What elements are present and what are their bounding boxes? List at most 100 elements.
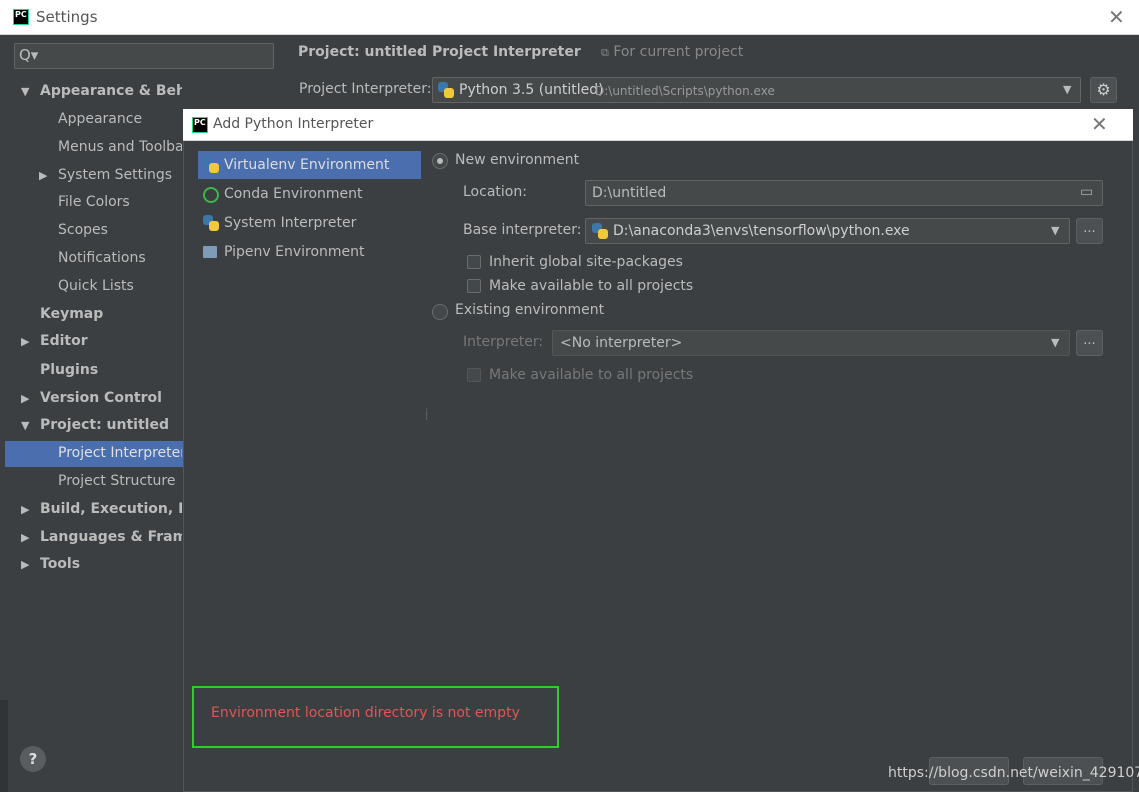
- error-message: Environment location directory is not em…: [211, 705, 520, 721]
- virtualenv-icon: [203, 157, 219, 173]
- breadcrumb-project[interactable]: Project: untitled: [298, 44, 427, 60]
- collapse-arrow-icon[interactable]: ▶: [21, 392, 29, 405]
- location-label: Location:: [463, 184, 527, 200]
- sidebar-item-editor[interactable]: Editor: [40, 330, 88, 352]
- inherit-site-packages-label: Inherit global site-packages: [489, 254, 683, 270]
- dialog-close-icon[interactable]: ✕: [1091, 114, 1108, 134]
- existing-interpreter-value: <No interpreter>: [560, 335, 683, 351]
- collapse-arrow-icon[interactable]: ▶: [21, 503, 29, 516]
- breadcrumb-separator: ›: [417, 44, 423, 60]
- env-type-label: Pipenv Environment: [224, 244, 365, 260]
- sidebar-item-languages-frameworks[interactable]: Languages & Frameworks: [40, 526, 182, 548]
- sidebar-item-appearance[interactable]: Appearance: [58, 108, 142, 130]
- env-type-conda[interactable]: Conda Environment: [198, 180, 421, 208]
- sidebar-item-project-interpreter[interactable]: Project Interpreter: [58, 442, 182, 464]
- sidebar-item-label: Menus and Toolbars: [58, 139, 182, 155]
- expand-arrow-icon[interactable]: ▼: [21, 419, 29, 432]
- sidebar-item-label: Languages & Frameworks: [40, 529, 182, 545]
- sidebar-item-quick-lists[interactable]: Quick Lists: [58, 275, 134, 297]
- sidebar-item-label: Tools: [40, 556, 81, 572]
- sidebar-item-version-control[interactable]: Version Control: [40, 387, 162, 409]
- window-close-icon[interactable]: ✕: [1108, 7, 1125, 27]
- sidebar-item-label: Plugins: [40, 362, 99, 378]
- settings-search-input[interactable]: Q▾: [14, 43, 274, 69]
- sidebar-item-label: File Colors: [58, 194, 130, 210]
- existing-interpreter-browse-button[interactable]: ...: [1076, 330, 1103, 356]
- sidebar-item-label: Project Structure: [58, 473, 176, 489]
- python-icon: [438, 82, 454, 98]
- collapse-arrow-icon[interactable]: ▶: [21, 531, 29, 544]
- sidebar-item-label: Scopes: [58, 222, 108, 238]
- conda-icon: [203, 187, 219, 203]
- base-interpreter-value: D:\anaconda3\envs\tensorflow\python.exe: [613, 223, 910, 239]
- dialog-title-bar: PC Add Python Interpreter ✕: [183, 109, 1133, 141]
- existing-environment-label: Existing environment: [455, 302, 605, 318]
- sidebar-item-label: System Settings: [58, 167, 173, 183]
- sidebar-item-system-settings[interactable]: System Settings: [58, 164, 172, 186]
- search-icon: Q▾: [19, 46, 39, 64]
- sidebar-item-tools[interactable]: Tools: [40, 553, 80, 575]
- sidebar-item-notifications[interactable]: Notifications: [58, 247, 146, 269]
- copy-icon: ⧉: [601, 46, 609, 59]
- sidebar-item-label: Keymap: [40, 306, 104, 322]
- new-environment-label: New environment: [455, 152, 580, 168]
- existing-make-available-checkbox[interactable]: [467, 368, 481, 382]
- dialog-title: Add Python Interpreter: [213, 116, 374, 132]
- location-value: D:\untitled: [592, 185, 667, 201]
- env-type-pipenv[interactable]: Pipenv Environment: [198, 238, 421, 266]
- pycharm-logo-icon: PC: [13, 9, 29, 25]
- sidebar-item-menus-and-toolbars[interactable]: Menus and Toolbars: [58, 136, 182, 158]
- env-type-label: Virtualenv Environment: [224, 157, 390, 173]
- pipenv-icon: [203, 246, 217, 258]
- breadcrumb-page: Project Interpreter: [432, 44, 581, 60]
- python-icon: [592, 223, 608, 239]
- env-type-system[interactable]: System Interpreter: [198, 209, 421, 237]
- help-button[interactable]: ?: [20, 746, 46, 772]
- existing-environment-radio[interactable]: [432, 304, 448, 320]
- project-interpreter-label: Project Interpreter:: [299, 81, 432, 97]
- sidebar-item-label: Editor: [40, 333, 88, 349]
- make-available-label: Make available to all projects: [489, 278, 694, 294]
- env-type-label: Conda Environment: [224, 186, 363, 202]
- scope-note: ⧉ For current project: [601, 44, 743, 60]
- chevron-down-icon: ▼: [1051, 224, 1060, 237]
- interpreter-path: D:\untitled\Scripts\python.exe: [595, 84, 775, 98]
- sidebar-item-label: Project Interpreter: [58, 445, 182, 461]
- splitter-handle[interactable]: ⁞ ⁞: [425, 408, 428, 423]
- collapse-arrow-icon[interactable]: ▶: [21, 335, 29, 348]
- base-interpreter-browse-button[interactable]: ...: [1076, 218, 1103, 244]
- env-type-virtualenv[interactable]: Virtualenv Environment: [198, 151, 421, 179]
- env-type-label: System Interpreter: [224, 215, 357, 231]
- sidebar-item-label: Quick Lists: [58, 278, 134, 294]
- make-available-checkbox[interactable]: [467, 279, 481, 293]
- sidebar-item-file-colors[interactable]: File Colors: [58, 191, 130, 213]
- pycharm-logo-icon: PC: [192, 117, 208, 133]
- sidebar-item-build-execution-deployment[interactable]: Build, Execution, Deployment: [40, 498, 182, 520]
- gear-icon[interactable]: ⚙: [1090, 77, 1117, 103]
- folder-icon[interactable]: ▭: [1080, 184, 1093, 200]
- collapse-arrow-icon[interactable]: ▶: [21, 558, 29, 571]
- location-input[interactable]: D:\untitled ▭: [585, 180, 1103, 206]
- sidebar-item-plugins[interactable]: Plugins: [40, 359, 98, 381]
- project-interpreter-select[interactable]: Python 3.5 (untitled) D:\untitled\Script…: [432, 77, 1081, 103]
- base-interpreter-select[interactable]: D:\anaconda3\envs\tensorflow\python.exe …: [585, 218, 1070, 244]
- watermark-text: https://blog.csdn.net/weixin_42910732: [888, 765, 1139, 781]
- window-title: Settings: [36, 8, 98, 26]
- existing-make-available-label: Make available to all projects: [489, 367, 694, 383]
- chevron-down-icon: ▼: [1063, 83, 1072, 96]
- sidebar-item-scopes[interactable]: Scopes: [58, 219, 108, 241]
- collapse-arrow-icon[interactable]: ▶: [39, 169, 47, 182]
- chevron-down-icon: ▼: [1051, 336, 1060, 349]
- sidebar-item-label: Version Control: [40, 390, 162, 406]
- expand-arrow-icon[interactable]: ▼: [21, 85, 29, 98]
- existing-interpreter-select[interactable]: <No interpreter> ▼: [552, 330, 1070, 356]
- base-interpreter-label: Base interpreter:: [463, 222, 582, 238]
- sidebar-item-appearance-behavior[interactable]: Appearance & Behavior: [40, 80, 182, 102]
- sidebar-item-project-untitled[interactable]: Project: untitled: [40, 414, 169, 436]
- sidebar-item-project-structure[interactable]: Project Structure: [58, 470, 175, 492]
- sidebar-item-label: Appearance: [58, 111, 143, 127]
- interpreter-label: Interpreter:: [463, 334, 544, 350]
- inherit-site-packages-checkbox[interactable]: [467, 255, 481, 269]
- new-environment-radio[interactable]: [432, 153, 448, 169]
- sidebar-item-keymap[interactable]: Keymap: [40, 303, 103, 325]
